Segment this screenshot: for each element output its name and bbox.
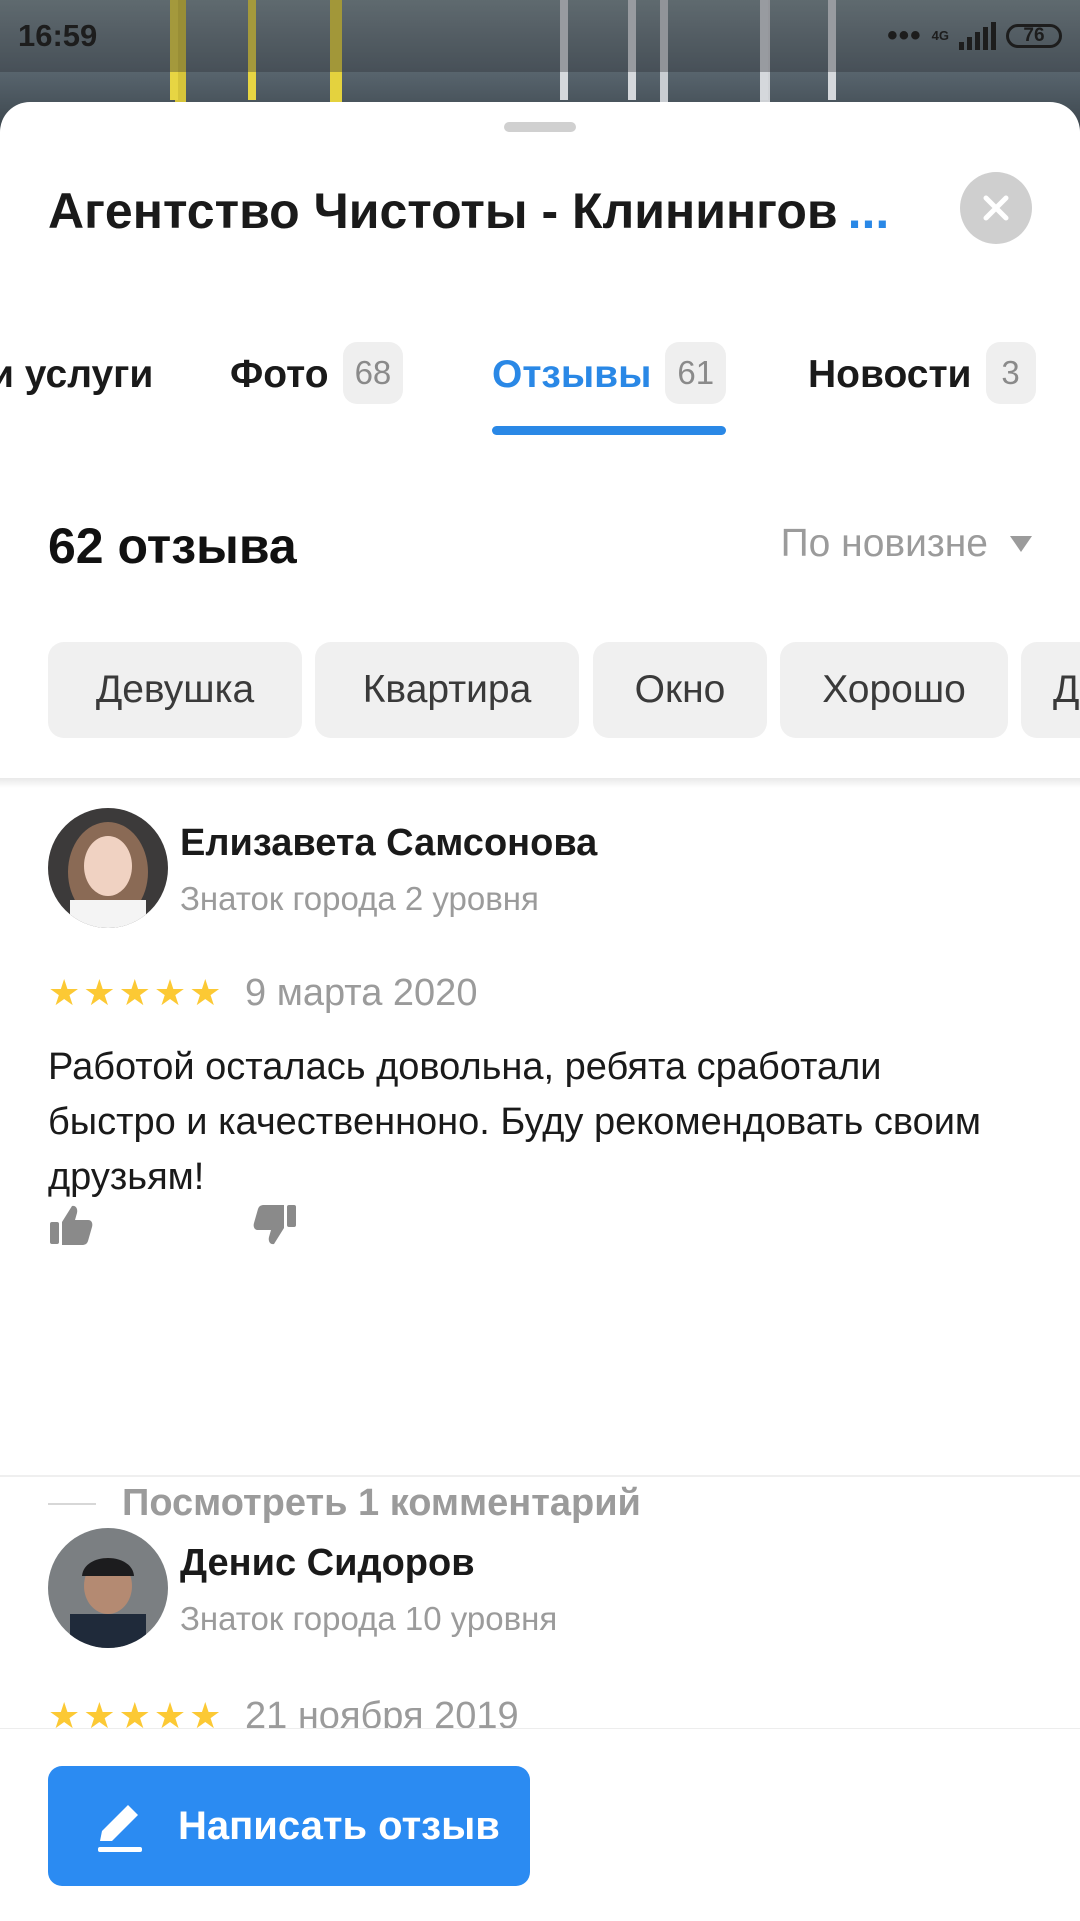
chevron-down-icon bbox=[1010, 536, 1032, 552]
tab-photo[interactable]: Фото 68 bbox=[230, 342, 404, 442]
tab-label: Отзывы bbox=[492, 353, 652, 396]
reviews-count: 62 отзыва bbox=[48, 518, 297, 574]
keyword-chips: Девушка Квартира Окно Хорошо Д bbox=[48, 642, 1080, 738]
place-card-sheet: Агентство Чистоты - Клинингов... и услуг… bbox=[0, 102, 1080, 1920]
status-time: 16:59 bbox=[18, 18, 98, 53]
chip-keyword[interactable]: Окно bbox=[593, 642, 767, 738]
rating-stars: ★ ★ ★ ★ ★ bbox=[48, 975, 221, 1011]
tab-label: Фото bbox=[230, 353, 329, 396]
thumbs-up-icon bbox=[50, 1205, 93, 1245]
tab-label: Новости bbox=[808, 353, 972, 396]
pencil-icon bbox=[98, 1805, 142, 1852]
tab-news[interactable]: Новости 3 bbox=[808, 342, 1036, 442]
tab-bar: и услуги Фото 68 Отзывы 61 Новости 3 bbox=[0, 342, 1080, 442]
tab-reviews[interactable]: Отзывы 61 bbox=[492, 342, 727, 442]
close-icon bbox=[983, 195, 1009, 221]
tab-count-badge: 61 bbox=[665, 342, 727, 404]
like-button[interactable] bbox=[48, 1202, 98, 1252]
star-icon: ★ bbox=[153, 972, 187, 1013]
star-icon: ★ bbox=[83, 972, 116, 1013]
sort-dropdown[interactable]: По новизне bbox=[781, 522, 1032, 566]
author-name[interactable]: Елизавета Самсонова bbox=[180, 822, 597, 865]
chip-keyword[interactable]: Д bbox=[1021, 642, 1080, 738]
title-text: Агентство Чистоты - Клинингов bbox=[48, 183, 838, 239]
write-review-button[interactable]: Написать отзыв bbox=[48, 1766, 530, 1886]
divider bbox=[0, 1475, 1080, 1477]
status-icons: ••• 4G 76 bbox=[887, 19, 1062, 53]
author-level: Знаток города 10 уровня bbox=[180, 1600, 558, 1637]
bottom-action-bar: Написать отзыв bbox=[0, 1728, 1080, 1921]
active-tab-indicator bbox=[492, 426, 727, 435]
comments-line bbox=[48, 1502, 96, 1505]
star-icon: ★ bbox=[189, 972, 222, 1013]
close-button[interactable] bbox=[960, 172, 1032, 244]
star-icon: ★ bbox=[118, 972, 151, 1013]
write-review-label: Написать отзыв bbox=[178, 1803, 500, 1848]
network-type: 4G bbox=[931, 28, 949, 43]
header: Агентство Чистоты - Клинингов... bbox=[48, 172, 1032, 262]
title-more[interactable]: ... bbox=[848, 183, 890, 239]
chip-keyword[interactable]: Хорошо bbox=[780, 642, 1008, 738]
sort-label: По новизне bbox=[780, 522, 988, 565]
review-date: 9 марта 2020 bbox=[245, 972, 478, 1014]
star-icon: ★ bbox=[48, 972, 81, 1013]
tab-label: и услуги bbox=[0, 353, 154, 396]
review-text: Работой осталась довольна, ребята сработ… bbox=[48, 1046, 982, 1198]
thumbs-down-icon bbox=[253, 1205, 296, 1245]
view-comments-link[interactable]: Посмотреть 1 комментарий bbox=[48, 1482, 641, 1525]
sheet-drag-handle[interactable] bbox=[504, 122, 576, 132]
battery-level: 76 bbox=[1023, 25, 1045, 46]
signal-icon bbox=[959, 22, 996, 50]
status-bar: 16:59 ••• 4G 76 bbox=[0, 0, 1080, 72]
dislike-button[interactable] bbox=[252, 1202, 302, 1252]
avatar[interactable] bbox=[48, 1528, 168, 1648]
more-notifications-icon: ••• bbox=[887, 19, 922, 52]
tab-count-badge: 3 bbox=[985, 342, 1036, 404]
page-title: Агентство Чистоты - Клинингов... bbox=[48, 182, 889, 240]
battery-icon: 76 bbox=[1006, 24, 1062, 48]
author-name[interactable]: Денис Сидоров bbox=[180, 1542, 475, 1585]
divider bbox=[0, 778, 1080, 788]
avatar-photo bbox=[48, 808, 168, 928]
avatar[interactable] bbox=[48, 808, 168, 928]
avatar-photo bbox=[48, 1528, 168, 1648]
tab-count-badge: 68 bbox=[342, 342, 404, 404]
tab-services[interactable]: и услуги bbox=[0, 342, 153, 442]
author-level: Знаток города 2 уровня bbox=[180, 880, 539, 917]
comments-label: Посмотреть 1 комментарий bbox=[122, 1482, 641, 1524]
chip-keyword[interactable]: Девушка bbox=[48, 642, 302, 738]
chip-keyword[interactable]: Квартира bbox=[315, 642, 579, 738]
